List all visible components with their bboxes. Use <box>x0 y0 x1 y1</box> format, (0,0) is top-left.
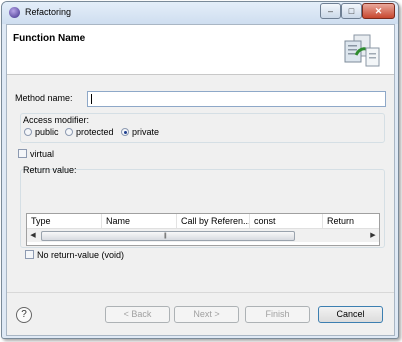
back-button[interactable]: < Back <box>105 306 170 323</box>
scroll-left-arrow-icon[interactable]: ◀ <box>27 229 39 242</box>
column-header-const[interactable]: const <box>250 214 323 228</box>
return-value-table[interactable]: Type Name Call by Referen... const Retur… <box>26 213 380 246</box>
cancel-button[interactable]: Cancel <box>318 306 383 323</box>
help-icon[interactable]: ? <box>16 307 32 323</box>
method-name-input[interactable] <box>87 91 386 107</box>
virtual-checkbox[interactable] <box>18 149 27 158</box>
next-button[interactable]: Next > <box>174 306 239 323</box>
title-bar[interactable]: Refactoring – □ ✕ <box>2 2 398 24</box>
minimize-button[interactable]: – <box>320 3 341 19</box>
scroll-grip-icon: ||| <box>164 233 167 239</box>
scroll-right-arrow-icon[interactable]: ▶ <box>367 229 379 242</box>
column-header-call-by-reference[interactable]: Call by Referen... <box>177 214 250 228</box>
horizontal-scrollbar[interactable]: ◀ ||| ▶ <box>27 228 379 242</box>
radio-protected[interactable] <box>65 128 73 136</box>
close-button[interactable]: ✕ <box>362 3 395 19</box>
page-title: Function Name <box>13 33 86 44</box>
radio-protected-label[interactable]: protected <box>76 127 114 137</box>
column-header-return[interactable]: Return <box>323 214 379 228</box>
radio-public[interactable] <box>24 128 32 136</box>
radio-private[interactable] <box>121 128 129 136</box>
scroll-thumb[interactable]: ||| <box>41 231 295 241</box>
text-caret <box>91 94 92 104</box>
column-header-type[interactable]: Type <box>27 214 102 228</box>
footer-divider <box>7 292 394 293</box>
finish-button[interactable]: Finish <box>245 306 310 323</box>
wizard-header: Function Name <box>7 25 394 75</box>
method-name-label: Method name: <box>15 93 73 103</box>
column-header-name[interactable]: Name <box>102 214 177 228</box>
radio-private-label[interactable]: private <box>132 127 159 137</box>
no-return-value-label[interactable]: No return-value (void) <box>37 250 124 260</box>
dialog-content: Function Name Method name: Access modifi… <box>6 24 395 336</box>
virtual-label[interactable]: virtual <box>30 149 54 159</box>
refactoring-dialog: Refactoring – □ ✕ Function Name Method n… <box>1 1 399 339</box>
access-modifier-label: Access modifier: <box>23 115 90 125</box>
maximize-button[interactable]: □ <box>341 3 362 19</box>
radio-public-label[interactable]: public <box>35 127 59 137</box>
return-value-label: Return value: <box>23 165 77 175</box>
window-title: Refactoring <box>25 7 72 17</box>
refactor-wizard-icon <box>344 34 380 67</box>
no-return-value-checkbox[interactable] <box>25 250 34 259</box>
eclipse-icon <box>9 7 20 18</box>
